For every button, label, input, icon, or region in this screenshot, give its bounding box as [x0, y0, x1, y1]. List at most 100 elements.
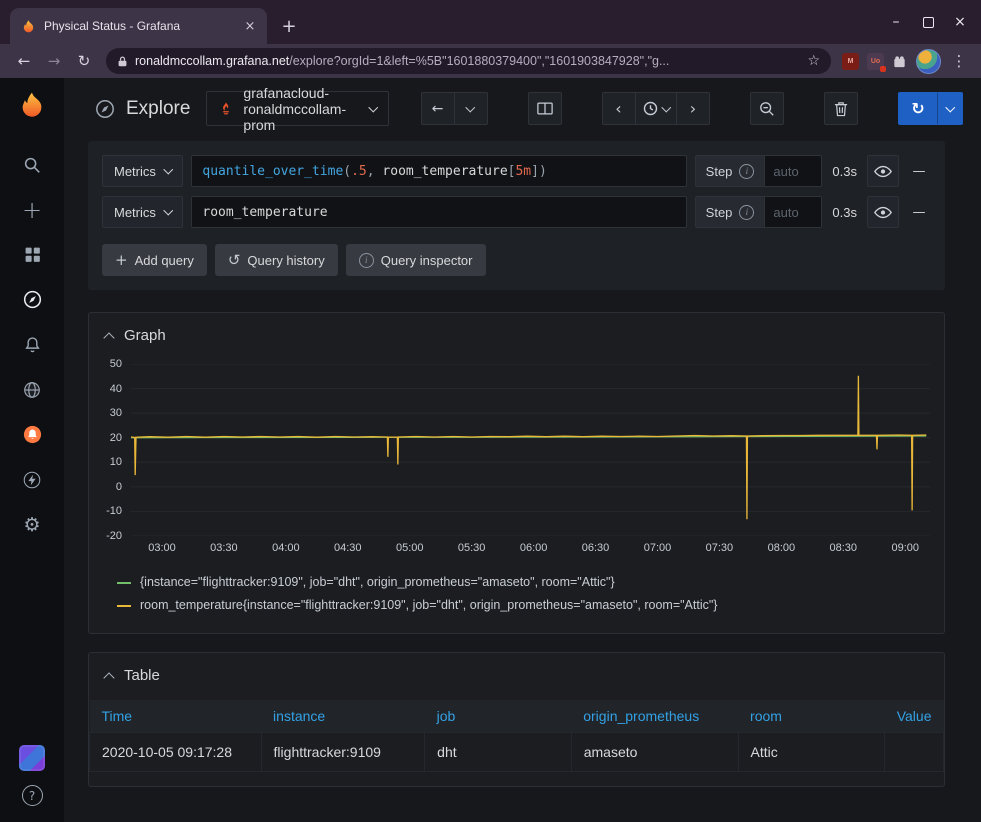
query-editor-card: Metrics quantile_over_time(.5, room_temp… — [88, 141, 945, 290]
datasource-picker[interactable]: grafanacloud-ronaldmccollam-prom — [206, 91, 388, 126]
sidebar-search-icon[interactable] — [10, 142, 54, 187]
step-input[interactable] — [764, 196, 822, 228]
query-history-label: Query history — [247, 253, 324, 268]
extension-icon-red[interactable]: M — [842, 53, 859, 70]
x-axis-labels: 03:0003:3004:0004:3005:0005:3006:0006:30… — [131, 539, 930, 563]
add-query-label: Add query — [135, 253, 194, 268]
datasource-name: grafanacloud-ronaldmccollam-prom — [243, 85, 361, 133]
explore-content: Metrics quantile_over_time(.5, room_temp… — [64, 139, 981, 822]
browser-menu-icon[interactable]: ⋮ — [947, 52, 971, 70]
legend-series-name: room_temperature{instance="flighttracker… — [140, 594, 717, 617]
tab-close-icon[interactable]: × — [241, 17, 259, 35]
table-column-header[interactable]: origin_prometheus — [571, 700, 738, 733]
bookmark-star-icon[interactable]: ☆ — [807, 53, 820, 69]
query-expression-input[interactable]: quantile_over_time(.5, room_temperature[… — [191, 155, 686, 187]
grafana-logo-icon[interactable] — [17, 90, 47, 120]
time-back-button[interactable]: ‹ — [602, 92, 636, 125]
query-interval-text: 0.3s — [832, 205, 857, 220]
split-view-button[interactable] — [528, 92, 562, 125]
back-button[interactable]: ← — [10, 47, 38, 75]
window-minimize-button[interactable]: – — [883, 9, 909, 35]
explore-header: Explore grafanacloud-ronaldmccollam-prom… — [64, 78, 981, 139]
clear-all-button[interactable] — [824, 92, 858, 125]
table-cell: 2020-10-05 09:17:28 — [90, 733, 262, 772]
plus-icon: + — [115, 251, 128, 269]
forward-button[interactable]: → — [40, 47, 68, 75]
extensions-puzzle-icon[interactable] — [892, 54, 907, 69]
graph-svg — [131, 364, 930, 536]
metrics-dropdown[interactable]: Metrics — [102, 155, 183, 187]
disable-query-button[interactable] — [867, 155, 899, 187]
browser-window: Physical Status - Grafana × + – × ← → ↻ … — [0, 0, 981, 822]
step-input[interactable] — [764, 155, 822, 187]
metrics-dropdown-label: Metrics — [114, 164, 156, 179]
browser-tab[interactable]: Physical Status - Grafana × — [10, 8, 267, 44]
sidebar-dashboards-icon[interactable] — [10, 232, 54, 277]
query-expression-input[interactable]: room_temperature — [191, 196, 686, 228]
explore-page: Explore grafanacloud-ronaldmccollam-prom… — [64, 78, 981, 822]
y-tick-label: 30 — [110, 407, 122, 419]
table-column-header[interactable]: instance — [261, 700, 425, 733]
help-icon[interactable]: ? — [22, 785, 43, 806]
table-column-header[interactable]: job — [425, 700, 572, 733]
time-picker-button[interactable] — [635, 92, 678, 125]
legend-item[interactable]: {instance="flighttracker:9109", job="dht… — [117, 571, 928, 594]
prometheus-icon — [218, 101, 234, 117]
time-forward-button[interactable]: › — [676, 92, 710, 125]
x-tick-label: 04:30 — [334, 542, 362, 554]
remove-query-button[interactable]: — — [907, 155, 931, 187]
query-interval-text: 0.3s — [832, 164, 857, 179]
reload-button[interactable]: ↻ — [70, 47, 98, 75]
table-column-header[interactable]: Time — [90, 700, 262, 733]
legend-series-dash — [117, 582, 131, 584]
sidebar-create-icon[interactable]: + — [10, 187, 54, 232]
extension-icon-ublock[interactable]: Uo — [867, 53, 884, 70]
query-history-button[interactable]: ↺ Query history — [215, 244, 338, 276]
window-close-button[interactable]: × — [947, 9, 973, 35]
chevron-down-icon — [369, 102, 378, 111]
table-column-header[interactable]: room — [738, 700, 885, 733]
x-tick-label: 09:00 — [891, 542, 919, 554]
eye-icon — [874, 165, 892, 178]
profile-avatar[interactable] — [916, 49, 941, 74]
disable-query-button[interactable] — [867, 196, 899, 228]
graph-panel-header[interactable]: Graph — [89, 313, 944, 356]
split-options-button[interactable] — [454, 92, 488, 125]
table-panel-header[interactable]: Table — [89, 653, 944, 696]
sidebar-bolt-plugin-icon[interactable] — [10, 457, 54, 502]
sidebar-explore-icon[interactable] — [10, 277, 54, 322]
run-query-button[interactable]: ↻ — [898, 92, 938, 125]
step-field-group: Step i — [695, 196, 823, 228]
table-cell: amaseto — [571, 733, 738, 772]
add-query-button[interactable]: + Add query — [102, 244, 207, 276]
table-column-header[interactable]: Value — [885, 700, 944, 733]
sidebar-alerting-bell-icon[interactable] — [10, 322, 54, 367]
query-row: Metrics quantile_over_time(.5, room_temp… — [102, 155, 931, 187]
query-inspector-button[interactable]: i Query inspector — [346, 244, 486, 276]
run-query-buttons: ↻ — [898, 92, 963, 125]
y-axis-labels: -20-1001020304050 — [99, 364, 131, 536]
chevron-down-icon — [164, 206, 173, 215]
zoom-out-button[interactable] — [750, 92, 784, 125]
grafana-sidebar: + ⚙ ? — [0, 78, 64, 822]
results-table: Timeinstancejoborigin_prometheusroomValu… — [89, 700, 944, 772]
graph-chart[interactable]: -20-1001020304050 03:0003:3004:0004:3005… — [89, 356, 944, 563]
https-lock-icon — [117, 55, 128, 68]
y-tick-label: 20 — [110, 432, 122, 444]
sidebar-settings-gear-icon[interactable]: ⚙ — [10, 502, 54, 547]
metrics-dropdown[interactable]: Metrics — [102, 196, 183, 228]
remove-query-button[interactable]: — — [907, 196, 931, 228]
run-interval-dropdown[interactable] — [937, 92, 963, 125]
url-path: /explore?orgId=1&left=%5B"1601880379400"… — [289, 54, 669, 68]
sidebar-oncall-icon[interactable] — [10, 412, 54, 457]
window-maximize-button[interactable] — [915, 9, 941, 35]
graph-panel-title: Graph — [124, 327, 166, 344]
table-row[interactable]: 2020-10-05 09:17:28flighttracker:9109dht… — [90, 733, 944, 772]
user-avatar[interactable] — [19, 745, 45, 771]
sidebar-globe-plugin-icon[interactable] — [10, 367, 54, 412]
address-bar[interactable]: ronaldmccollam.grafana.net/explore?orgId… — [106, 48, 831, 74]
move-split-left-button[interactable]: ← — [421, 92, 455, 125]
new-tab-button[interactable]: + — [275, 12, 303, 40]
url-text: ronaldmccollam.grafana.net/explore?orgId… — [135, 54, 800, 68]
legend-item[interactable]: room_temperature{instance="flighttracker… — [117, 594, 928, 617]
